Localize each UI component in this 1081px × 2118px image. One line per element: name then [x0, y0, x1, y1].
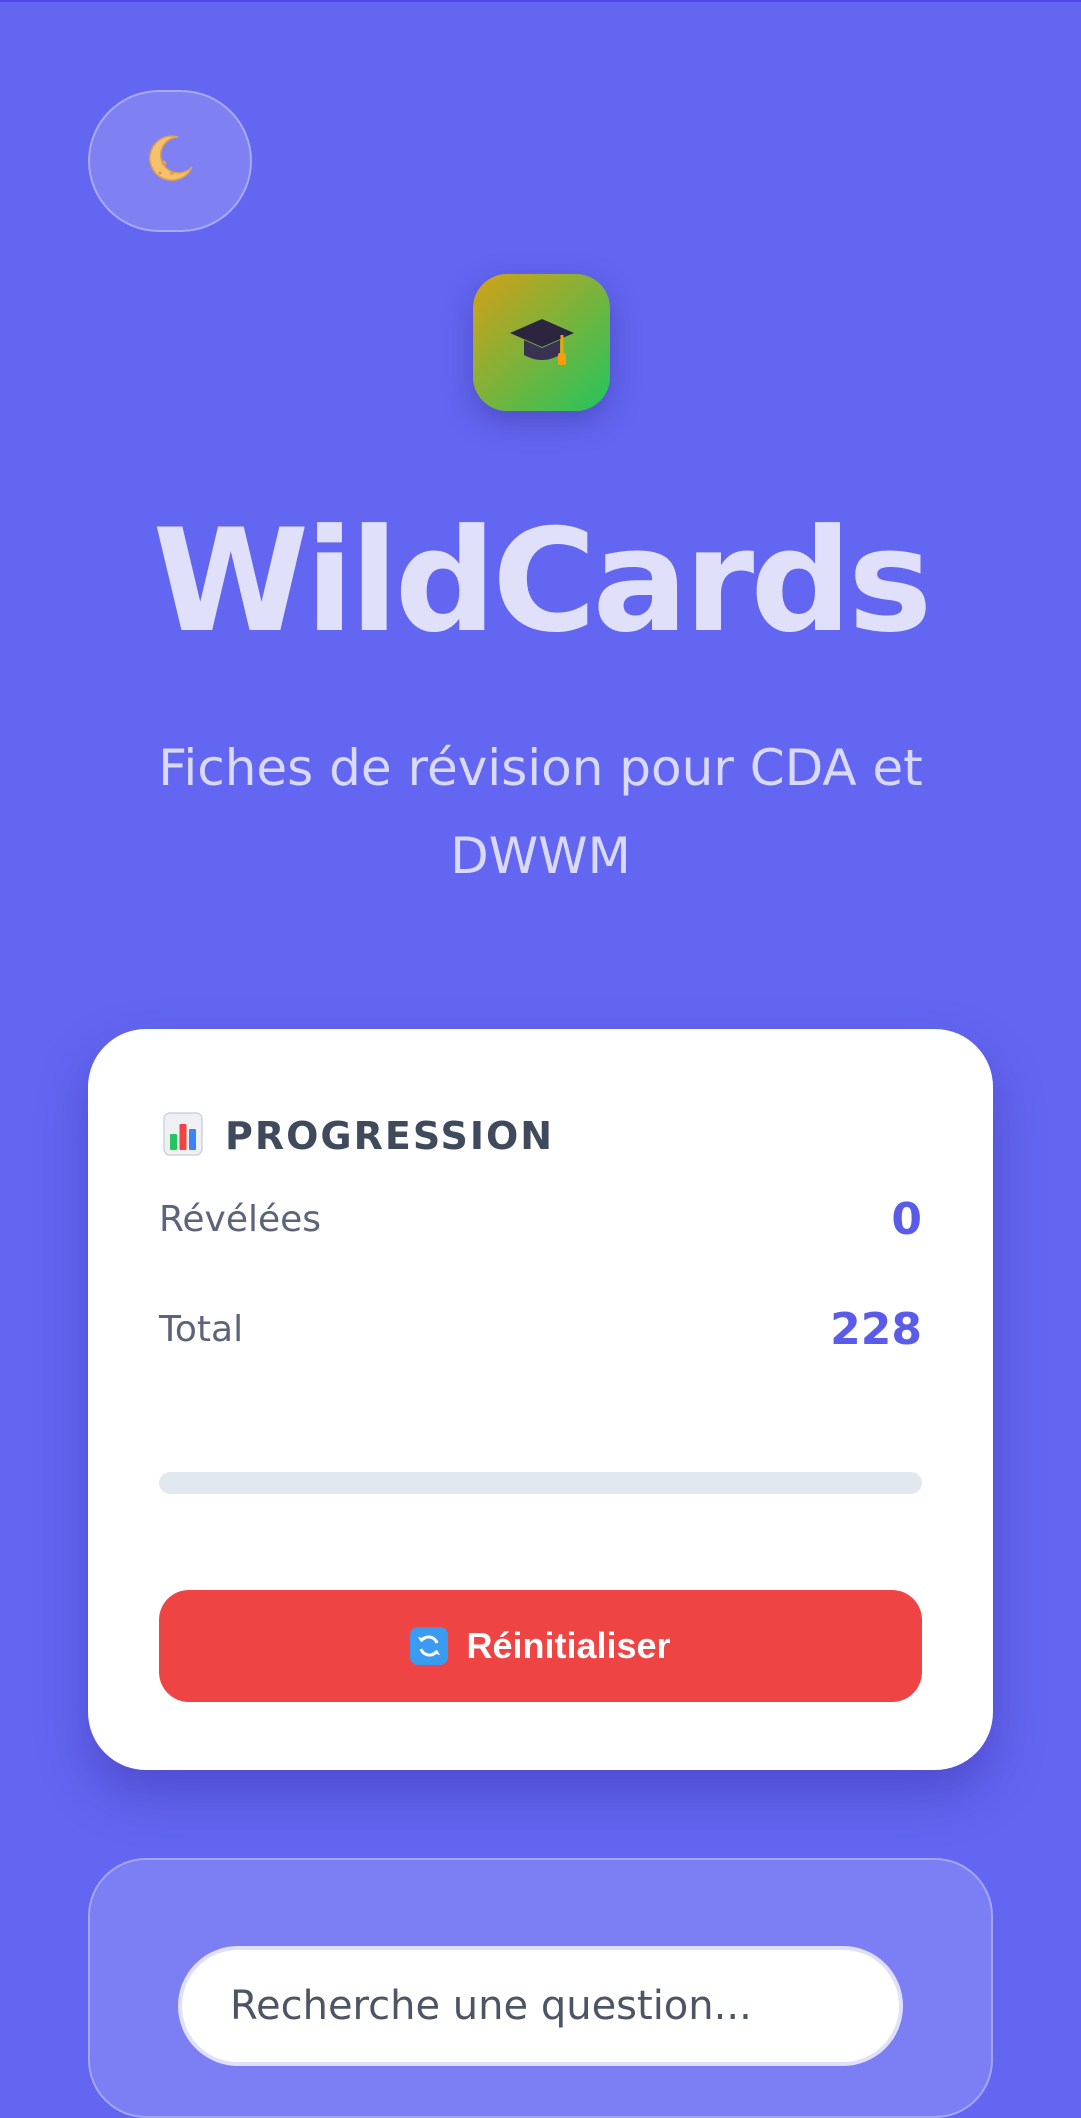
total-value: 228: [830, 1304, 922, 1355]
app-title: WildCards: [152, 499, 933, 664]
reset-button[interactable]: Réinitialiser: [159, 1590, 922, 1702]
progress-card-title: PROGRESSION: [225, 1114, 555, 1158]
reset-button-label: Réinitialiser: [466, 1625, 671, 1666]
revealed-value: 0: [891, 1194, 922, 1245]
revealed-label: Révélées: [159, 1199, 322, 1240]
total-stat-row: Total 228: [159, 1304, 922, 1355]
app-subtitle: Fiches de révision pour CDA et DWWM: [158, 739, 923, 885]
app-logo: [473, 274, 610, 411]
revealed-stat-row: Révélées 0: [159, 1194, 922, 1245]
total-label: Total: [159, 1309, 244, 1350]
progress-card: PROGRESSION Révélées 0 Total 228 Réiniti…: [88, 1029, 993, 1770]
refresh-icon: [410, 1627, 449, 1665]
progress-card-header: PROGRESSION: [163, 1112, 554, 1160]
progress-bar: [159, 1472, 922, 1494]
search-input[interactable]: [178, 1946, 903, 2066]
bar-chart-icon: [163, 1112, 203, 1160]
theme-toggle-button[interactable]: [88, 90, 252, 232]
graduation-cap-icon: [506, 305, 578, 381]
search-panel: [88, 1858, 993, 2118]
crescent-moon-icon: [144, 133, 196, 189]
